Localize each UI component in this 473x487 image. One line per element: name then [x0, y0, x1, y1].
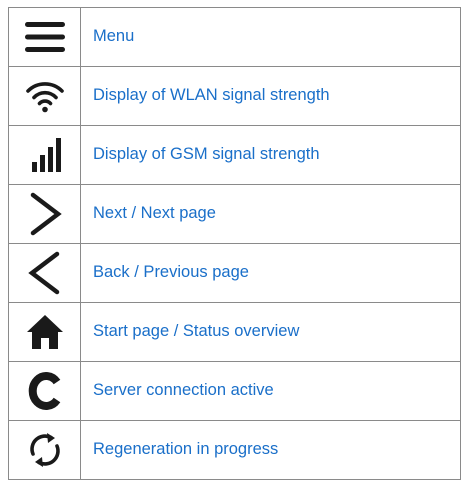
legend-row-wlan: Display of WLAN signal strength	[8, 66, 461, 126]
gsm-signal-icon	[31, 138, 61, 172]
chevron-right-icon	[30, 192, 62, 236]
legend-label: Back / Previous page	[80, 243, 461, 303]
server-connection-icon	[28, 372, 60, 410]
legend-icon-cell	[8, 184, 81, 244]
legend-row-regeneration: Regeneration in progress	[8, 420, 461, 480]
legend-label: Display of WLAN signal strength	[80, 66, 461, 126]
legend-row-next: Next / Next page	[8, 184, 461, 244]
legend-icon-cell	[8, 125, 81, 185]
wlan-signal-icon	[25, 82, 64, 113]
legend-icon-cell	[8, 66, 81, 126]
legend-row-server: Server connection active	[8, 361, 461, 421]
legend-row-gsm: Display of GSM signal strength	[8, 125, 461, 185]
legend-label: Next / Next page	[80, 184, 461, 244]
legend-icon-cell	[8, 243, 81, 303]
legend-label: Server connection active	[80, 361, 461, 421]
legend-label: Start page / Status overview	[80, 302, 461, 362]
chevron-left-icon	[27, 251, 59, 295]
legend-row-back: Back / Previous page	[8, 243, 461, 303]
legend-row-home: Start page / Status overview	[8, 302, 461, 362]
regeneration-icon	[29, 433, 60, 467]
legend-row-menu: Menu	[8, 7, 461, 67]
icon-legend-table: Menu Display of WLAN signal strength Dis…	[8, 7, 461, 480]
legend-icon-cell	[8, 7, 81, 67]
legend-label: Menu	[80, 7, 461, 67]
legend-icon-cell	[8, 420, 81, 480]
legend-icon-cell	[8, 361, 81, 421]
home-icon	[26, 315, 63, 349]
legend-label: Display of GSM signal strength	[80, 125, 461, 185]
legend-icon-cell	[8, 302, 81, 362]
menu-icon	[24, 22, 65, 52]
legend-label: Regeneration in progress	[80, 420, 461, 480]
